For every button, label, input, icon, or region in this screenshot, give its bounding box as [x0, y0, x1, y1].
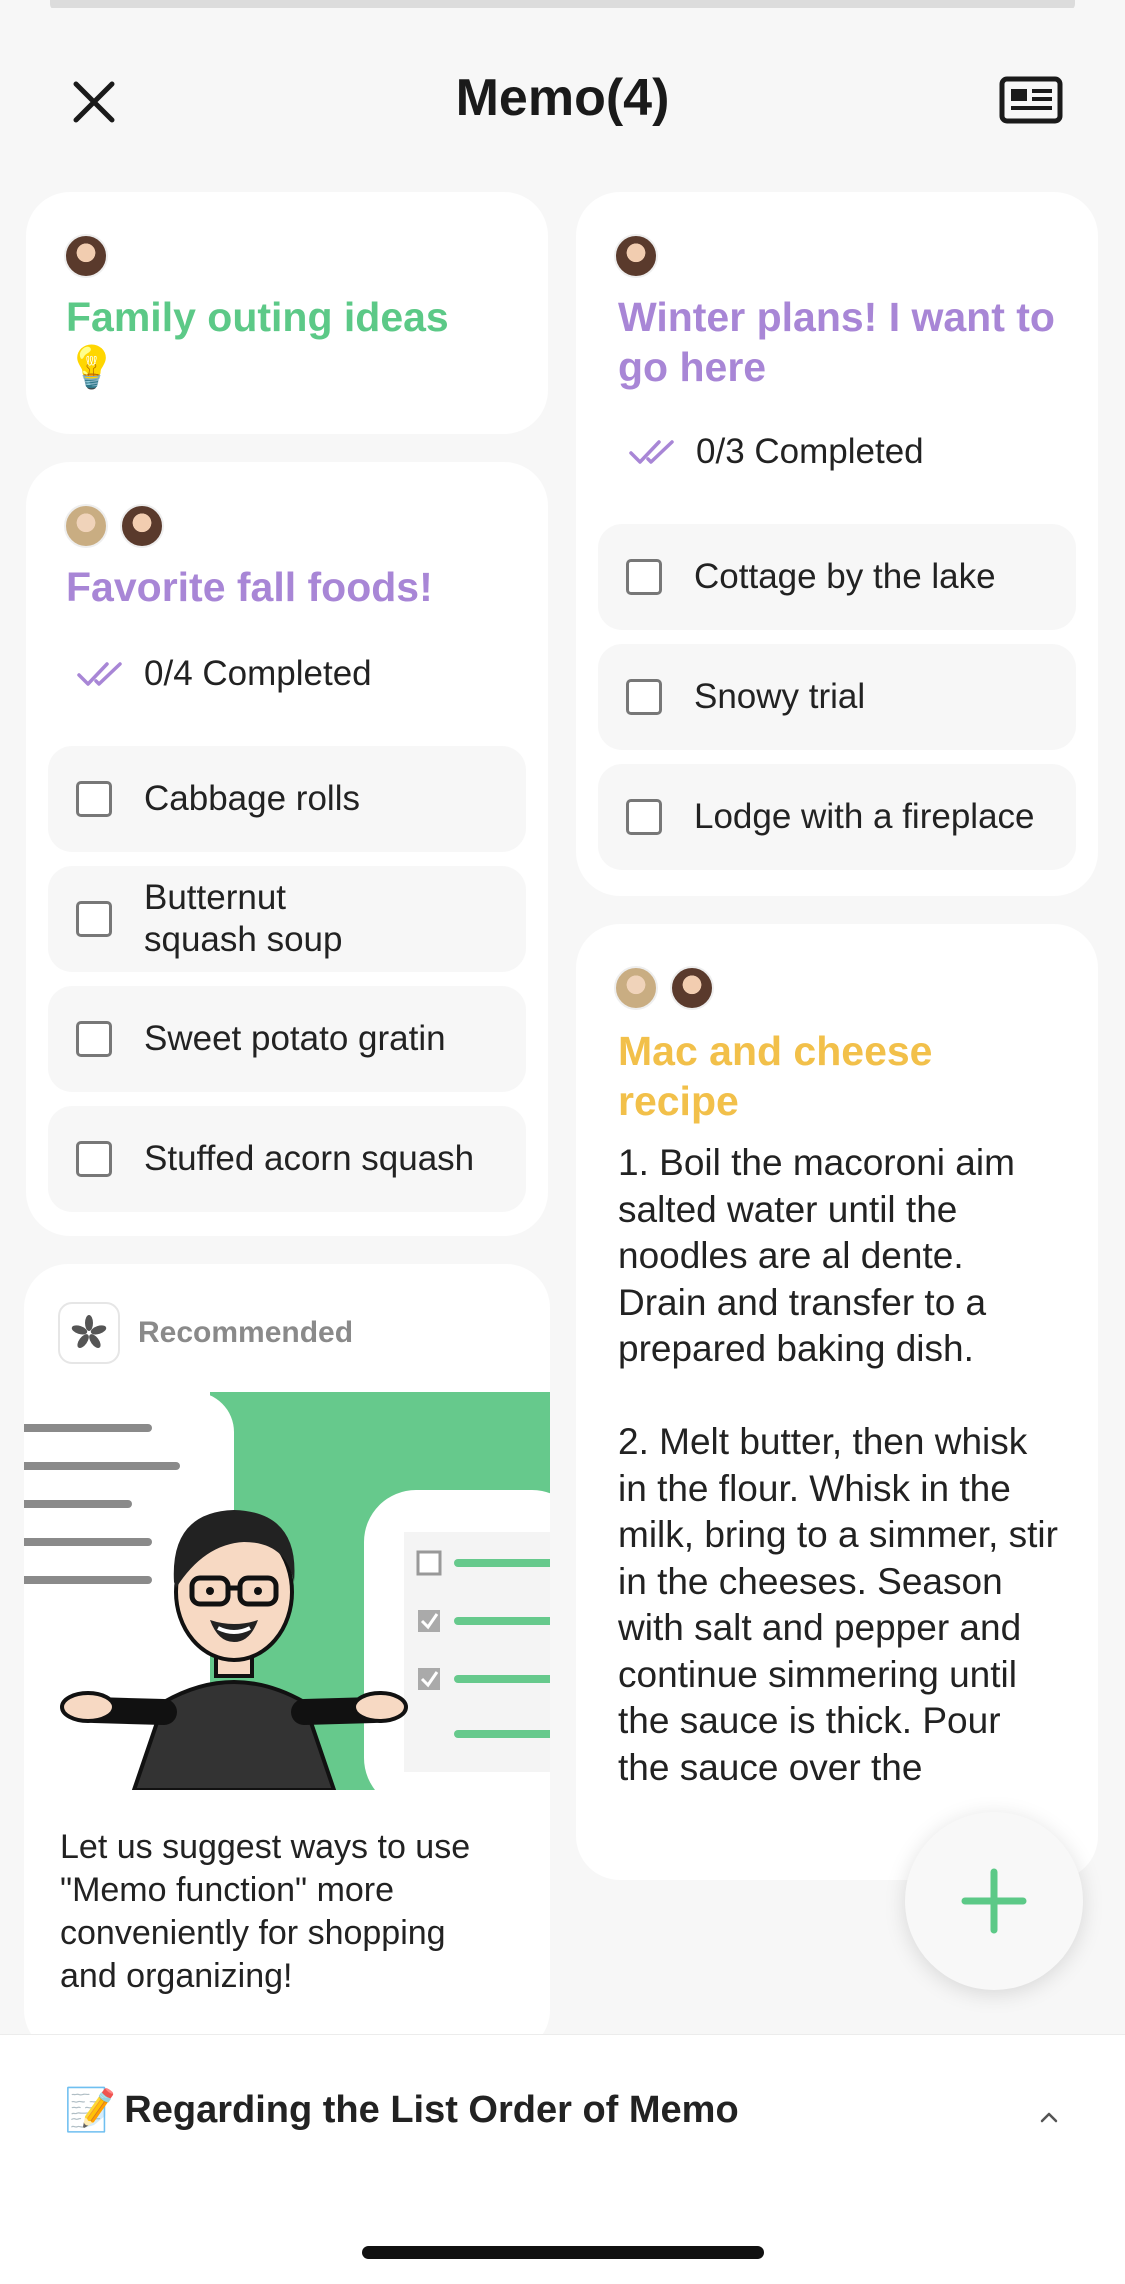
- member-avatars: [64, 504, 164, 548]
- plus-icon: [961, 1868, 1027, 1934]
- checklist-item-label: Cottage by the lake: [694, 557, 996, 596]
- avatar: [64, 234, 108, 278]
- home-indicator: [362, 2246, 764, 2259]
- checklist-item-label: Stuffed acorn squash: [144, 1139, 475, 1178]
- notice-text: Regarding the List Order of Memo: [124, 2088, 739, 2131]
- double-check-icon: [629, 440, 674, 464]
- add-memo-button[interactable]: [905, 1812, 1083, 1990]
- memo-title: Winter plans! I want to go here: [618, 294, 1055, 390]
- view-toggle-button[interactable]: [996, 70, 1066, 130]
- memo-card-winter-plans[interactable]: Winter plans! I want to go here 0/3 Comp…: [576, 192, 1098, 896]
- recommended-description: Let us suggest ways to use "Memo functio…: [60, 1828, 471, 1995]
- avatar: [614, 234, 658, 278]
- member-avatars: [64, 234, 108, 278]
- checklist-item-label: Sweet potato gratin: [144, 1019, 446, 1058]
- header: Memo(4): [0, 8, 1125, 178]
- app-logo-icon: [58, 1302, 120, 1364]
- checkbox[interactable]: [76, 901, 112, 937]
- completion-status: 0/3 Completed: [628, 432, 924, 472]
- memo-card-mac-and-cheese[interactable]: Mac and cheese recipe 1. Boil the macoro…: [576, 924, 1098, 1880]
- chevron-up-icon[interactable]: [1036, 2107, 1062, 2127]
- lightbulb-icon: 💡: [66, 344, 118, 390]
- checklist-item[interactable]: Sweet potato gratin: [48, 986, 526, 1092]
- checklist-item[interactable]: Lodge with a fireplace: [598, 764, 1076, 870]
- completion-status: 0/4 Completed: [76, 654, 372, 694]
- memo-title: Favorite fall foods!: [66, 564, 433, 610]
- recommended-label: Recommended: [138, 1316, 354, 1349]
- checklist-item[interactable]: Butternut squash soup: [48, 866, 526, 972]
- completion-text: 0/3 Completed: [696, 432, 924, 471]
- avatar: [670, 966, 714, 1010]
- checkbox[interactable]: [76, 1021, 112, 1057]
- checkbox[interactable]: [626, 559, 662, 595]
- checkbox[interactable]: [626, 679, 662, 715]
- checkbox[interactable]: [626, 799, 662, 835]
- memo-feature-illustration: [24, 1392, 550, 1790]
- checklist-item-label: Lodge with a fireplace: [694, 797, 1035, 836]
- checklist-item[interactable]: Cabbage rolls: [48, 746, 526, 852]
- avatar: [614, 966, 658, 1010]
- double-check-icon: [77, 662, 122, 686]
- memo-body: 1. Boil the macoroni aim salted water un…: [618, 1142, 1058, 1788]
- memo-card-fall-foods[interactable]: Favorite fall foods! 0/4 Completed Cabba…: [26, 462, 548, 1236]
- checklist-item[interactable]: Stuffed acorn squash: [48, 1106, 526, 1212]
- memo-title: Family outing ideas 💡: [66, 294, 449, 390]
- checkbox[interactable]: [76, 1141, 112, 1177]
- card-view-icon: [999, 76, 1063, 124]
- checklist-item-label: Cabbage rolls: [144, 779, 360, 818]
- memo-title: Mac and cheese recipe: [618, 1028, 933, 1124]
- completion-text: 0/4 Completed: [144, 654, 372, 693]
- avatar: [64, 504, 108, 548]
- checkbox[interactable]: [76, 781, 112, 817]
- list-order-notice[interactable]: 📝 Regarding the List Order of Memo: [64, 2085, 739, 2135]
- recommended-card[interactable]: Recommended Let us suggest ways to use "…: [24, 1264, 550, 2054]
- checklist-item-label: Butternut squash soup: [144, 878, 343, 959]
- memo-card-family-outing[interactable]: Family outing ideas 💡: [26, 192, 548, 434]
- checklist-item[interactable]: Snowy trial: [598, 644, 1076, 750]
- member-avatars: [614, 966, 714, 1010]
- checklist-item[interactable]: Cottage by the lake: [598, 524, 1076, 630]
- avatar: [120, 504, 164, 548]
- page-title: Memo(4): [455, 69, 670, 127]
- member-avatars: [614, 234, 658, 278]
- memo-emoji-icon: 📝: [64, 2086, 117, 2133]
- checklist-item-label: Snowy trial: [694, 677, 866, 716]
